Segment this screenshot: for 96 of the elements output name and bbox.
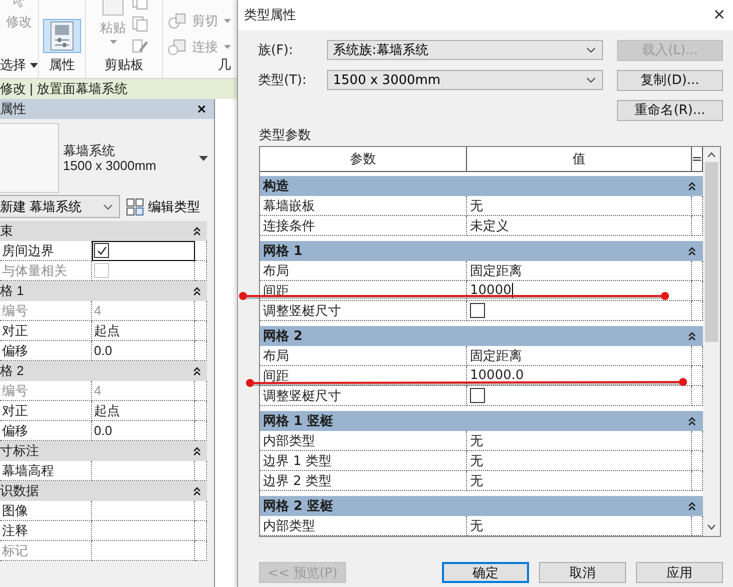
text-cursor <box>512 283 514 298</box>
type-name: 1500 x 3000mm <box>63 158 158 173</box>
group-header[interactable]: 格 2 <box>0 361 207 381</box>
collapse-icon[interactable] <box>192 366 202 376</box>
dialog-button[interactable]: 应用 <box>636 562 723 583</box>
panel-label: 选择 <box>0 56 26 74</box>
group-header[interactable]: 识数据 <box>0 481 207 501</box>
parameter-label: 调整竖梃尺寸 <box>260 301 467 321</box>
parameter-label: 调整竖梃尺寸 <box>260 386 467 406</box>
property-value[interactable]: 起点 <box>92 401 195 421</box>
parameter-value[interactable]: 无 <box>470 432 483 450</box>
family-name: 幕墙系统 <box>63 143 116 158</box>
section-label: 类型参数 <box>259 128 311 143</box>
parameter-value[interactable]: 10000.0 <box>470 368 524 383</box>
parameter-value[interactable]: 固定距离 <box>470 346 522 364</box>
collapse-icon[interactable] <box>192 486 202 496</box>
collapse-icon[interactable] <box>687 500 697 512</box>
checkbox[interactable] <box>94 243 109 258</box>
property-value[interactable]: 起点 <box>92 321 195 341</box>
collapse-icon[interactable] <box>192 286 202 296</box>
edit-type-button[interactable]: 编辑类型 <box>126 198 200 216</box>
parameter-value[interactable]: 未定义 <box>470 216 509 234</box>
parameter-label: 间距 <box>260 366 467 386</box>
join-shape-icon <box>168 39 186 55</box>
brush-icon <box>132 38 148 54</box>
checkbox[interactable] <box>470 303 485 318</box>
side-button[interactable]: 重命名(R)... <box>617 100 723 120</box>
instance-dropdown[interactable]: 新建 幕墙系统 <box>0 195 120 218</box>
collapse-icon[interactable] <box>192 226 202 236</box>
parameter-value[interactable]: 固定距离 <box>470 262 522 280</box>
parameter-label: 幕墙嵌板 <box>260 196 467 216</box>
scroll-up-icon[interactable] <box>707 152 716 158</box>
group-header[interactable]: 网格 2 竖梃 <box>260 496 703 516</box>
value-cell[interactable] <box>92 521 195 541</box>
panel-label: 几 <box>218 56 231 74</box>
group-header[interactable]: 网格 1 竖梃 <box>260 411 703 431</box>
copy-icon <box>132 16 148 32</box>
side-button[interactable]: 复制(D)... <box>617 70 723 90</box>
parameter-label: 内部类型 <box>260 431 467 451</box>
parameter-value[interactable]: 无 <box>470 516 483 534</box>
dialog-title: 类型属性 <box>244 7 296 24</box>
context-label: 修改 | 放置面幕墙系统 <box>0 81 128 96</box>
parameter-value[interactable]: 无 <box>470 452 483 470</box>
property-label: 标记 <box>0 541 92 561</box>
dialog-button[interactable]: 取消 <box>539 562 626 583</box>
column-header[interactable]: 值 <box>467 147 692 171</box>
value-input[interactable]: 10000 <box>470 283 512 298</box>
property-label: 注释 <box>0 521 92 541</box>
combo-box[interactable]: 1500 x 3000mm <box>327 70 603 90</box>
property-label: 房间边界 <box>0 241 92 261</box>
combo-box[interactable]: 系统族:幕墙系统 <box>327 40 603 60</box>
parameter-label: 边界 2 类型 <box>260 471 467 491</box>
scroll-down-icon[interactable] <box>707 524 716 530</box>
group-header[interactable]: 寸标注 <box>0 441 207 461</box>
parameter-label: 布局 <box>260 346 467 366</box>
panel-title: 属性 <box>0 100 26 118</box>
property-label: 对正 <box>0 401 92 421</box>
panel-label: 属性 <box>49 56 75 74</box>
property-label: 图像 <box>0 501 92 521</box>
parameter-value[interactable]: 无 <box>470 472 483 490</box>
value-cell[interactable] <box>92 241 195 261</box>
field-label: 族(F): <box>258 42 294 59</box>
collapse-icon[interactable] <box>687 246 697 256</box>
collapse-icon[interactable] <box>687 180 697 192</box>
edit-type-icon <box>126 198 144 216</box>
property-label: 编号 <box>0 381 92 401</box>
cut-shape-icon <box>168 13 186 29</box>
close-button[interactable]: × <box>710 4 728 26</box>
property-label: 编号 <box>0 301 92 321</box>
parameter-label: 内部类型 <box>260 516 467 536</box>
dropdown-icon[interactable] <box>30 62 38 68</box>
parameter-label: 连接条件 <box>260 216 467 236</box>
column-header[interactable]: 参数 <box>260 147 467 171</box>
collapse-icon[interactable] <box>687 330 697 342</box>
properties-icon <box>50 21 74 51</box>
group-header[interactable]: 构造 <box>260 176 703 196</box>
value-cell[interactable] <box>92 501 195 521</box>
panel-label: 剪贴板 <box>104 56 144 74</box>
group-header[interactable]: 网格 2 <box>260 326 703 346</box>
group-header[interactable]: 格 1 <box>0 281 207 301</box>
field-label: 类型(T): <box>258 72 308 89</box>
scrollbar-thumb[interactable] <box>705 162 718 342</box>
parameter-label: 布局 <box>260 261 467 281</box>
group-header[interactable]: 网格 1 <box>260 241 703 261</box>
dialog-button[interactable]: 确定 <box>442 562 529 583</box>
property-label: 对正 <box>0 321 92 341</box>
close-button[interactable]: × <box>195 100 208 118</box>
dropdown-icon[interactable] <box>199 156 208 160</box>
collapse-icon[interactable] <box>192 446 202 456</box>
dropdown-icon <box>103 204 113 210</box>
collapse-icon[interactable] <box>687 416 697 426</box>
parameter-value[interactable]: 无 <box>470 196 483 214</box>
group-header[interactable]: 束 <box>0 221 207 241</box>
parameter-label: 边界 1 类型 <box>260 451 467 471</box>
checkbox[interactable] <box>470 388 485 403</box>
properties-button[interactable] <box>43 19 81 53</box>
